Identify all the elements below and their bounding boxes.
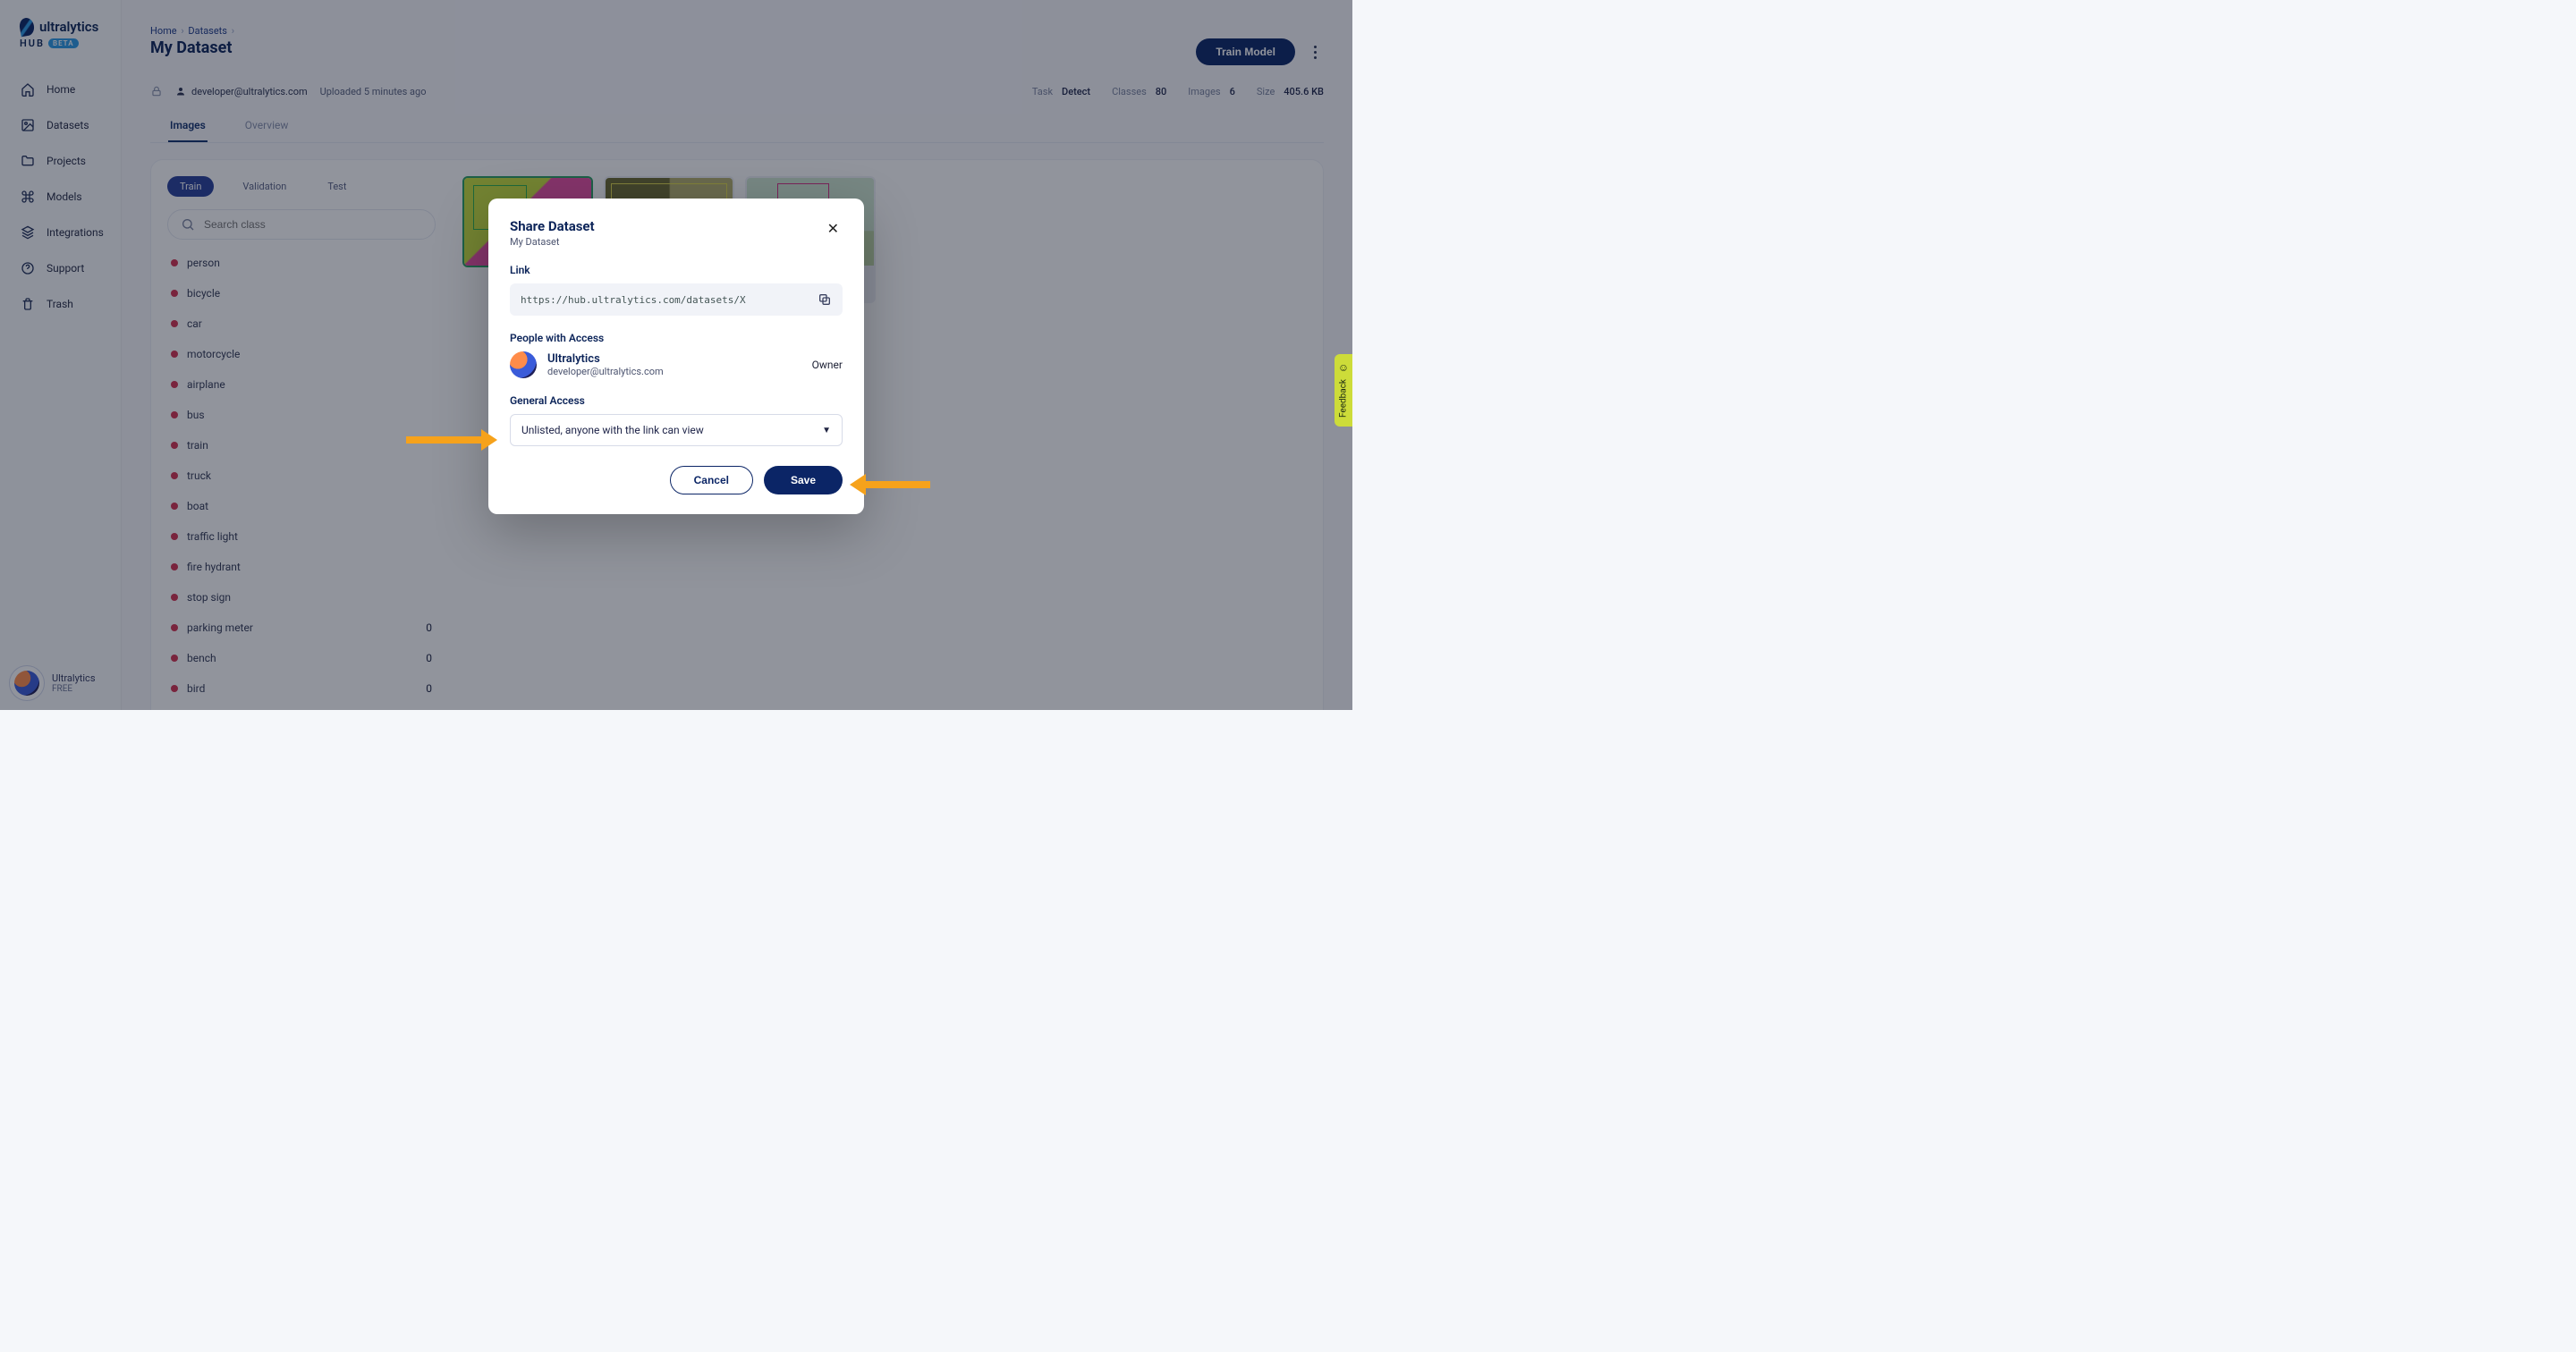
- org-email: developer@ultralytics.com: [547, 366, 664, 377]
- general-access-select[interactable]: Unlisted, anyone with the link can view …: [510, 414, 843, 446]
- share-link-box: https://hub.ultralytics.com/datasets/X: [510, 283, 843, 316]
- share-dialog: Share Dataset My Dataset ✕ Link https://…: [488, 199, 864, 514]
- app-root: ultralytics HUB BETA Home Datasets: [0, 0, 1352, 710]
- people-label: People with Access: [510, 332, 843, 344]
- link-label: Link: [510, 264, 843, 276]
- dialog-title: Share Dataset: [510, 218, 595, 234]
- owner-role: Owner: [812, 359, 843, 371]
- save-button[interactable]: Save: [764, 466, 843, 494]
- org-name: Ultralytics: [547, 352, 664, 366]
- access-row: Ultralytics developer@ultralytics.com Ow…: [510, 351, 843, 378]
- org-avatar: [510, 351, 537, 378]
- feedback-label: Feedback: [1339, 379, 1349, 418]
- copy-icon[interactable]: [818, 292, 832, 307]
- dialog-subtitle: My Dataset: [510, 236, 595, 248]
- general-access-value: Unlisted, anyone with the link can view: [521, 424, 704, 436]
- cancel-button[interactable]: Cancel: [670, 466, 753, 494]
- feedback-tab[interactable]: Feedback ☺: [1335, 354, 1352, 427]
- caret-down-icon: ▼: [822, 426, 831, 435]
- share-link-value: https://hub.ultralytics.com/datasets/X: [521, 294, 746, 306]
- general-access-label: General Access: [510, 394, 843, 407]
- close-icon[interactable]: ✕: [824, 218, 843, 239]
- smile-icon: ☺: [1337, 361, 1350, 374]
